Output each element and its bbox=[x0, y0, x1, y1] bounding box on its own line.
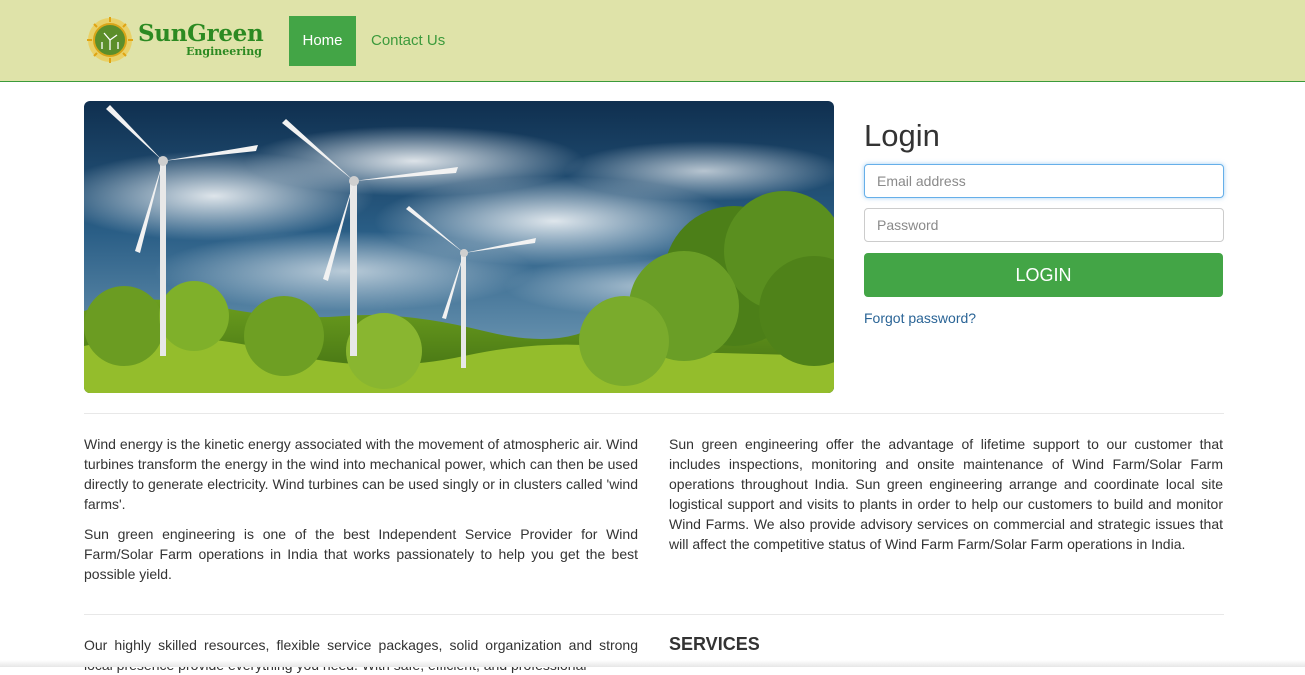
services-heading: SERVICES bbox=[669, 634, 760, 654]
navbar: SunGreen Engineering Home Contact Us bbox=[0, 0, 1305, 82]
nav-home-link[interactable]: Home bbox=[289, 16, 356, 66]
login-button[interactable]: LOGIN bbox=[864, 253, 1223, 297]
divider bbox=[84, 413, 1224, 414]
about-paragraph: Sun green engineering is one of the best… bbox=[84, 526, 638, 582]
email-field[interactable] bbox=[864, 164, 1224, 198]
brand-logo[interactable]: SunGreen Engineering bbox=[86, 14, 266, 66]
wind-energy-paragraph: Wind energy is the kinetic energy associ… bbox=[84, 436, 638, 512]
password-field[interactable] bbox=[864, 208, 1224, 242]
divider bbox=[84, 614, 1224, 615]
nav-contact-link[interactable]: Contact Us bbox=[371, 16, 445, 66]
window-bottom-edge bbox=[0, 660, 1305, 667]
hero-wind-turbine-image bbox=[84, 101, 834, 393]
sun-turbine-emblem-icon bbox=[87, 17, 133, 63]
forgot-password-link[interactable]: Forgot password? bbox=[864, 310, 976, 326]
login-title: Login bbox=[864, 118, 940, 153]
support-paragraph: Sun green engineering offer the advantag… bbox=[669, 436, 1223, 552]
brand-name: SunGreen bbox=[138, 20, 264, 47]
resources-paragraph: Our highly skilled resources, flexible s… bbox=[84, 637, 638, 673]
brand-tagline: Engineering bbox=[186, 45, 262, 58]
